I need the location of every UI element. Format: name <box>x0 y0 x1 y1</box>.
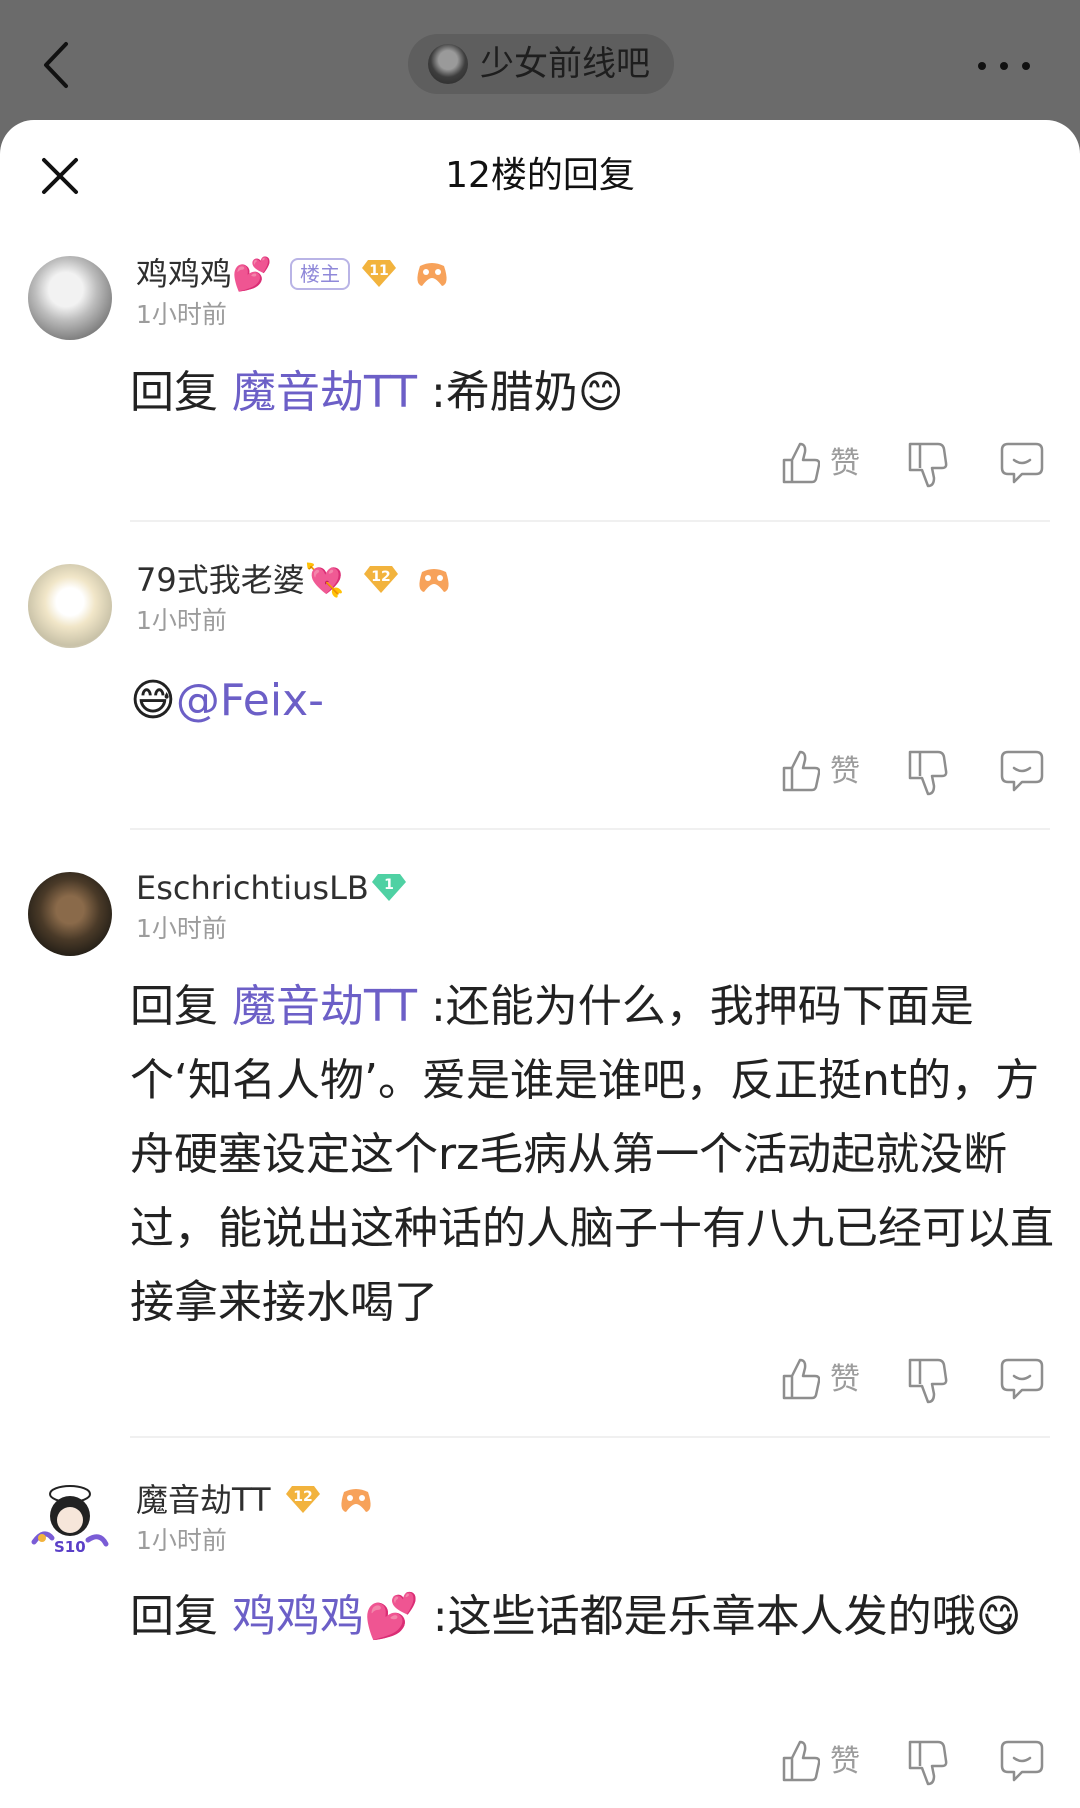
comment-body[interactable]: 回复 魔音劫TT :希腊奶😊 <box>130 356 1060 430</box>
level-badge: 12 <box>286 1484 320 1514</box>
reply-button[interactable] <box>1000 748 1044 798</box>
reply-button[interactable] <box>1000 1738 1044 1788</box>
gamepad-icon <box>419 569 449 592</box>
user-badges: 12 <box>286 1480 396 1520</box>
timestamp: 1小时前 <box>136 606 227 635</box>
dislike-button[interactable] <box>906 1738 950 1788</box>
thumbs-down-icon <box>908 1358 948 1404</box>
forum-avatar <box>428 44 468 84</box>
avatar[interactable]: S10 <box>28 1480 112 1564</box>
comment-body[interactable]: 回复 鸡鸡鸡💕 :这些话都是乐章本人发的哦😋 <box>130 1580 1060 1654</box>
thumbs-up-icon <box>782 1358 821 1400</box>
comment-actions: 赞 <box>0 1356 1080 1406</box>
replies-sheet: 12楼的回复 鸡鸡鸡💕 楼主 11 1小时前 回复 魔音劫TT :希腊奶😊 赞 <box>0 120 1080 1808</box>
reply-button[interactable] <box>1000 1356 1044 1406</box>
comment-body[interactable]: 回复 魔音劫TT :还能为什么，我押码下面是个‘知名人物’。爱是谁是谁吧，反正挺… <box>130 970 1060 1340</box>
username[interactable]: EschrichtiusLB <box>136 868 369 908</box>
user-badges: 12 <box>364 560 474 600</box>
like-button[interactable]: 赞 <box>780 1356 900 1406</box>
thumbs-down-icon <box>908 442 948 488</box>
sheet-title: 12楼的回复 <box>445 155 635 196</box>
comment-bubble-icon <box>1000 442 1044 484</box>
comment-bubble-icon <box>1000 750 1044 792</box>
dislike-button[interactable] <box>906 1356 950 1406</box>
username[interactable]: 鸡鸡鸡💕 <box>136 254 272 294</box>
reply-mention[interactable]: 魔音劫TT <box>232 367 417 418</box>
thumbs-down-icon <box>908 1740 948 1786</box>
reply-mention[interactable]: 魔音劫TT <box>232 981 417 1032</box>
avatar[interactable] <box>28 564 112 648</box>
thumbs-down-icon <box>908 750 948 796</box>
thumbs-up-icon <box>782 750 821 792</box>
comment-bubble-icon <box>1000 1740 1044 1782</box>
game-badge <box>416 566 450 596</box>
comment-actions: 赞 <box>0 440 1080 490</box>
forum-name: 少女前线吧 <box>480 44 650 84</box>
avatar[interactable] <box>28 872 112 956</box>
thumbs-up-icon <box>782 442 821 484</box>
host-badge: 楼主 <box>290 258 350 290</box>
top-nav-bar: 少女前线吧 <box>0 0 1080 120</box>
comment-actions: 赞 <box>0 748 1080 798</box>
level-badge: 11 <box>362 258 396 288</box>
user-badges: 楼主 11 <box>290 254 460 294</box>
gamepad-icon <box>417 263 447 286</box>
divider <box>130 828 1050 830</box>
game-badge <box>414 260 448 290</box>
comment-body[interactable]: 😅@Feix- <box>130 664 1060 738</box>
avatar-tag: S10 <box>54 1538 86 1556</box>
chevron-left-icon <box>44 42 68 88</box>
reply-mention[interactable]: 鸡鸡鸡💕 <box>232 1591 419 1642</box>
sheet-header: 12楼的回复 <box>0 120 1080 236</box>
user-badges: 1 <box>372 868 416 908</box>
game-badge <box>338 1486 372 1516</box>
username[interactable]: 79式我老婆💘 <box>136 560 345 600</box>
gamepad-icon <box>341 1489 371 1512</box>
dislike-button[interactable] <box>906 440 950 490</box>
like-button[interactable]: 赞 <box>780 1738 900 1788</box>
forum-chip[interactable]: 少女前线吧 <box>408 34 674 94</box>
dislike-button[interactable] <box>906 748 950 798</box>
avatar[interactable] <box>28 256 112 340</box>
username[interactable]: 魔音劫TT <box>136 1480 271 1520</box>
divider <box>130 1436 1050 1438</box>
comment-actions: 赞 <box>0 1738 1080 1788</box>
timestamp: 1小时前 <box>136 300 227 329</box>
more-options-button[interactable] <box>976 50 1036 80</box>
like-button[interactable]: 赞 <box>780 748 900 798</box>
level-badge: 12 <box>364 564 398 594</box>
back-button[interactable] <box>38 40 78 90</box>
comment-item: S10 魔音劫TT 12 1小时前 回复 鸡鸡鸡💕 :这些话都是乐章本人发的哦😋… <box>0 120 1080 1786</box>
at-mention[interactable]: @Feix- <box>176 675 324 726</box>
timestamp: 1小时前 <box>136 914 227 943</box>
reply-button[interactable] <box>1000 440 1044 490</box>
vip-badge: 1 <box>372 872 406 902</box>
thumbs-up-icon <box>782 1740 821 1782</box>
timestamp: 1小时前 <box>136 1526 227 1555</box>
comment-bubble-icon <box>1000 1358 1044 1400</box>
divider <box>130 520 1050 522</box>
like-button[interactable]: 赞 <box>780 440 900 490</box>
